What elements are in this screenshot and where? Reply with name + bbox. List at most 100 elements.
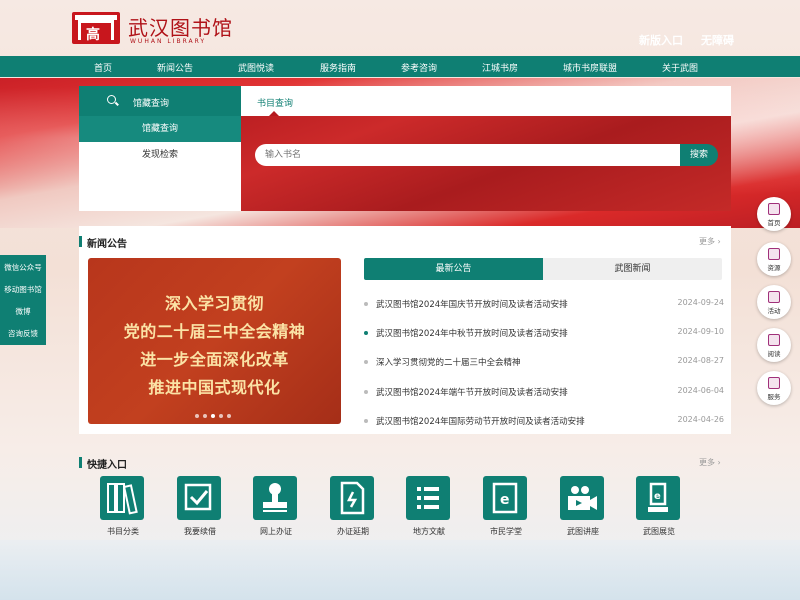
search-category-panel: 馆藏查询 馆藏查询 发现检索 bbox=[79, 86, 241, 211]
float-activities-button[interactable]: 活动 bbox=[757, 285, 791, 319]
float-label: 阅读 bbox=[767, 350, 781, 358]
quick-entry-title: 快捷入口 bbox=[79, 456, 127, 471]
quick-entry-label: 我要续借 bbox=[184, 527, 216, 536]
quick-entry-citizen-school[interactable]: e 市民学堂 bbox=[483, 476, 529, 536]
tab-latest-notices[interactable]: 最新公告 bbox=[364, 258, 543, 280]
news-more-link[interactable]: 更多 › bbox=[699, 236, 721, 247]
nav-reading[interactable]: 武图悦读 bbox=[238, 61, 274, 74]
wechat-link[interactable]: 微信公众号 bbox=[0, 262, 46, 273]
reading-icon bbox=[768, 334, 780, 346]
site-title[interactable]: 武汉图书馆 bbox=[128, 12, 233, 41]
bullet-icon bbox=[364, 331, 368, 335]
stamp-icon bbox=[253, 476, 297, 520]
quick-entry-label: 武图展览 bbox=[643, 527, 675, 536]
banner-dot[interactable] bbox=[227, 414, 231, 418]
quick-entry-renew[interactable]: 我要续借 bbox=[177, 476, 223, 536]
tab-indicator bbox=[269, 111, 279, 116]
mobile-library-link[interactable]: 移动图书馆 bbox=[0, 284, 46, 295]
banner-dot-active[interactable] bbox=[211, 414, 215, 418]
banner-line-3: 进一步全面深化改革 bbox=[140, 350, 289, 369]
quick-more-link[interactable]: 更多 › bbox=[699, 457, 721, 468]
nav-home[interactable]: 首页 bbox=[94, 61, 112, 74]
float-resources-button[interactable]: 资源 bbox=[757, 242, 791, 276]
footer-background bbox=[0, 540, 800, 600]
weibo-link[interactable]: 微博 bbox=[0, 306, 46, 317]
news-item-title[interactable]: 武汉图书馆2024年国际劳动节开放时间及读者活动安排 bbox=[376, 415, 585, 427]
news-item-title[interactable]: 深入学习贯彻党的二十届三中全会精神 bbox=[376, 356, 521, 368]
svg-text:e: e bbox=[500, 492, 510, 508]
left-float-menu: 微信公众号 移动图书馆 微博 咨询反馈 bbox=[0, 255, 46, 345]
news-item[interactable]: 武汉图书馆2024年端午节开放时间及读者活动安排 2024-06-04 bbox=[364, 386, 724, 400]
news-banner[interactable]: 深入学习贯彻 党的二十届三中全会精神 进一步全面深化改革 推进中国式现代化 bbox=[88, 258, 341, 424]
new-version-link[interactable]: 新版入口 bbox=[639, 32, 683, 48]
search-icon bbox=[107, 95, 116, 104]
bullet-icon bbox=[364, 419, 368, 423]
news-item[interactable]: 武汉图书馆2024年国际劳动节开放时间及读者活动安排 2024-04-26 bbox=[364, 415, 724, 429]
nav-city-study-alliance[interactable]: 城市书房联盟 bbox=[563, 61, 617, 74]
search-category-title: 馆藏查询 bbox=[133, 99, 170, 109]
library-logo-icon[interactable]: 高 bbox=[72, 12, 120, 44]
search-tab-bar: 书目查询 bbox=[241, 86, 731, 116]
banner-pagination bbox=[195, 411, 235, 421]
news-item-title[interactable]: 武汉图书馆2024年端午节开放时间及读者活动安排 bbox=[376, 386, 568, 398]
nav-reference[interactable]: 参考咨询 bbox=[401, 61, 437, 74]
banner-dot[interactable] bbox=[203, 414, 207, 418]
search-category-collection[interactable]: 馆藏查询 bbox=[79, 116, 241, 142]
search-panel: 书目查询 搜索 bbox=[241, 86, 731, 211]
nav-service-guide[interactable]: 服务指南 bbox=[320, 61, 356, 74]
news-item-date: 2024-08-27 bbox=[677, 356, 725, 365]
quick-entry-catalog[interactable]: 书目分类 bbox=[100, 476, 146, 536]
news-item[interactable]: 深入学习贯彻党的二十届三中全会精神 2024-08-27 bbox=[364, 356, 724, 370]
quick-entry-extend-card[interactable]: 办证延期 bbox=[330, 476, 376, 536]
site-subtitle: WUHAN LIBRARY bbox=[130, 38, 207, 45]
bullet-icon bbox=[364, 390, 368, 394]
quick-entry-lectures[interactable]: 武图讲座 bbox=[560, 476, 606, 536]
search-category-discovery[interactable]: 发现检索 bbox=[79, 142, 241, 168]
video-icon bbox=[560, 476, 604, 520]
quick-entry-local-docs[interactable]: 地方文献 bbox=[406, 476, 452, 536]
float-label: 活动 bbox=[767, 307, 781, 315]
nav-about[interactable]: 关于武图 bbox=[662, 61, 698, 74]
svg-text:e: e bbox=[654, 491, 661, 502]
check-icon bbox=[177, 476, 221, 520]
home-icon bbox=[768, 203, 780, 215]
accessibility-link[interactable]: 无障碍 bbox=[701, 32, 734, 48]
ebook-icon: e bbox=[483, 476, 527, 520]
quick-entry-online-card[interactable]: 网上办证 bbox=[253, 476, 299, 536]
news-item-title[interactable]: 武汉图书馆2024年国庆节开放时间及读者活动安排 bbox=[376, 298, 568, 310]
quick-entry-label: 市民学堂 bbox=[490, 527, 522, 536]
float-home-button[interactable]: 首页 bbox=[757, 197, 791, 231]
float-service-button[interactable]: 服务 bbox=[757, 371, 791, 405]
float-reading-button[interactable]: 阅读 bbox=[757, 328, 791, 362]
tab-library-news[interactable]: 武图新闻 bbox=[543, 258, 722, 280]
banner-line-4: 推进中国式现代化 bbox=[148, 378, 281, 397]
news-item-date: 2024-09-24 bbox=[677, 298, 725, 307]
news-item[interactable]: 武汉图书馆2024年中秋节开放时间及读者活动安排 2024-09-10 bbox=[364, 327, 724, 341]
quick-entry-exhibitions[interactable]: e 武图展览 bbox=[636, 476, 682, 536]
news-item-title[interactable]: 武汉图书馆2024年中秋节开放时间及读者活动安排 bbox=[376, 327, 568, 339]
resources-icon bbox=[768, 248, 780, 260]
feedback-link[interactable]: 咨询反馈 bbox=[0, 328, 46, 339]
nav-jiangcheng-study[interactable]: 江城书房 bbox=[482, 61, 518, 74]
nav-news[interactable]: 新闻公告 bbox=[157, 61, 193, 74]
float-label: 资源 bbox=[767, 264, 781, 272]
banner-dot[interactable] bbox=[195, 414, 199, 418]
site-header: 高 武汉图书馆 WUHAN LIBRARY 新版入口 无障碍 bbox=[0, 0, 800, 56]
search-input[interactable] bbox=[255, 144, 680, 166]
news-item-date: 2024-04-26 bbox=[677, 415, 725, 424]
main-nav: 首页 新闻公告 武图悦读 服务指南 参考咨询 江城书房 城市书房联盟 关于武图 bbox=[0, 56, 800, 77]
banner-line-1: 深入学习贯彻 bbox=[164, 294, 264, 313]
news-item[interactable]: 武汉图书馆2024年国庆节开放时间及读者活动安排 2024-09-24 bbox=[364, 298, 724, 312]
news-item-date: 2024-06-04 bbox=[677, 386, 725, 395]
document-icon bbox=[330, 476, 374, 520]
news-section-title: 新闻公告 bbox=[79, 235, 127, 250]
banner-dot[interactable] bbox=[219, 414, 223, 418]
quick-entry-label: 书目分类 bbox=[107, 527, 139, 536]
search-button[interactable]: 搜索 bbox=[680, 144, 718, 166]
search-category-header[interactable]: 馆藏查询 bbox=[79, 86, 241, 116]
news-item-date: 2024-09-10 bbox=[677, 327, 725, 336]
bullet-icon bbox=[364, 360, 368, 364]
tab-catalog-search[interactable]: 书目查询 bbox=[257, 96, 293, 109]
quick-entry-label: 办证延期 bbox=[337, 527, 369, 536]
activities-icon bbox=[768, 291, 780, 303]
